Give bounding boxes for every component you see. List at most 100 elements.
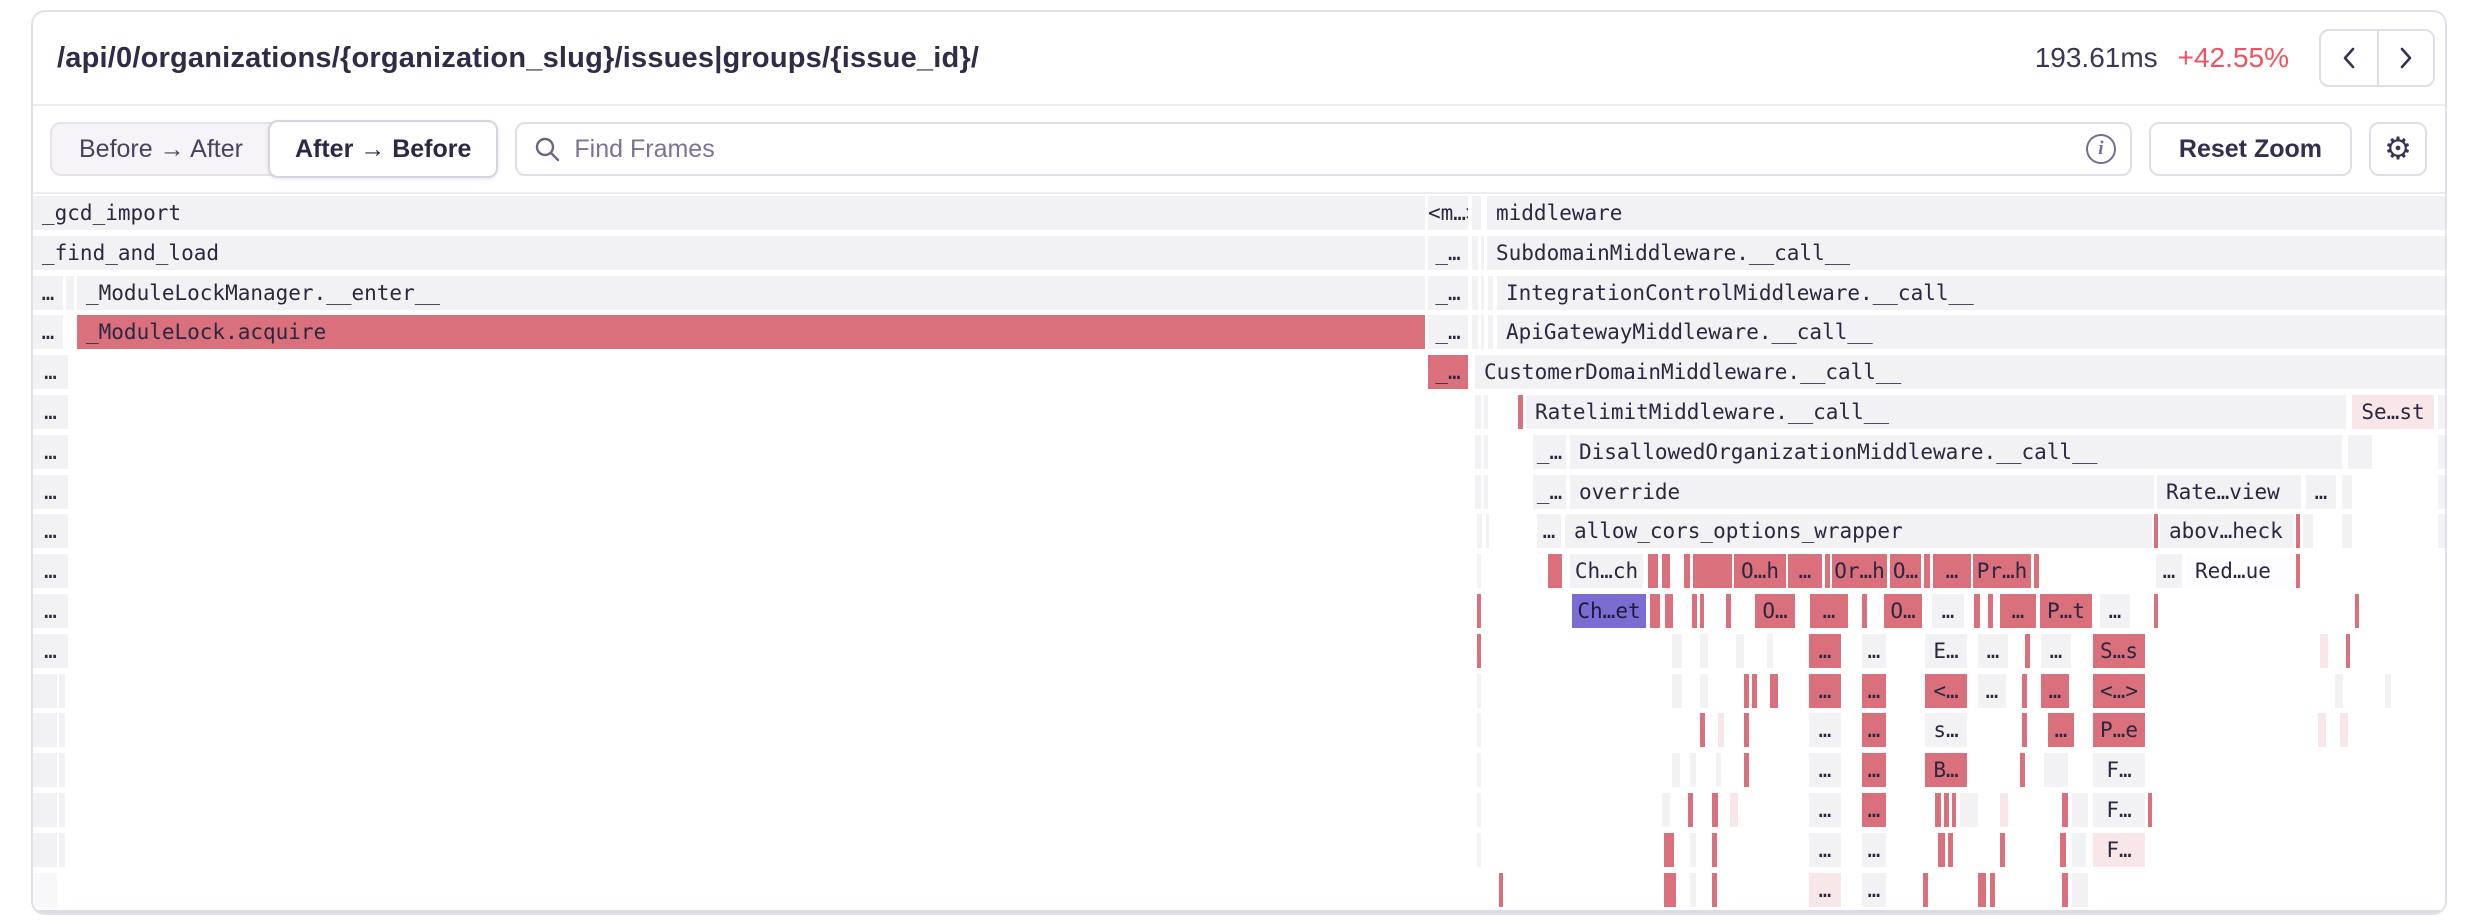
flame-frame[interactable]: … — [1809, 793, 1841, 827]
flame-frame[interactable]: Red…ue — [2186, 554, 2294, 588]
search-input[interactable] — [574, 135, 2073, 164]
flame-frame[interactable]: … — [1862, 873, 1886, 907]
flame-frame[interactable] — [1825, 554, 1830, 588]
flame-frame[interactable] — [1923, 873, 1928, 907]
flame-frame[interactable] — [33, 833, 57, 867]
flame-frame[interactable] — [1952, 793, 1956, 827]
flame-frame[interactable] — [1481, 276, 1484, 310]
flame-frame[interactable] — [1650, 594, 1660, 628]
flame-frame[interactable]: _… — [1428, 236, 1468, 270]
flame-frame[interactable]: IntegrationControlMiddleware.__call__ — [1497, 276, 2445, 310]
flame-frame[interactable]: … — [1810, 594, 1848, 628]
flame-frame[interactable]: … — [1862, 753, 1886, 787]
settings-button[interactable]: ⚙ — [2369, 122, 2427, 176]
flame-frame[interactable] — [2385, 674, 2391, 708]
flame-frame[interactable] — [2438, 435, 2445, 469]
flame-frame[interactable] — [1716, 753, 1721, 787]
flame-frame[interactable]: F… — [2093, 753, 2145, 787]
flame-frame[interactable] — [2022, 674, 2027, 708]
flame-frame[interactable] — [2000, 793, 2008, 827]
flame-frame[interactable]: … — [1809, 634, 1841, 668]
flame-frame[interactable] — [1770, 674, 1778, 708]
flame-frame[interactable] — [2034, 554, 2039, 588]
flame-frame[interactable] — [1484, 435, 1488, 469]
flame-frame[interactable] — [1700, 674, 1708, 708]
flame-frame[interactable]: abov…heck — [2160, 514, 2294, 548]
flame-frame[interactable] — [2438, 475, 2445, 509]
flame-frame[interactable]: _ModuleLock.acquire — [77, 315, 1425, 349]
flame-frame[interactable] — [1477, 713, 1481, 747]
flame-frame[interactable]: _find_and_load — [33, 236, 1425, 270]
flame-frame[interactable] — [1484, 395, 1488, 429]
flame-frame[interactable] — [2154, 514, 2158, 548]
flame-frame[interactable] — [1672, 634, 1682, 668]
flame-frame[interactable]: _gcd_import — [33, 196, 1425, 230]
flame-frame[interactable]: O… — [1884, 594, 1922, 628]
flame-frame[interactable] — [2296, 554, 2300, 588]
flame-frame[interactable] — [2355, 594, 2359, 628]
flame-frame[interactable] — [1744, 713, 1749, 747]
flame-frame[interactable]: RatelimitMiddleware.__call__ — [1526, 395, 2346, 429]
flame-frame[interactable] — [1472, 196, 1481, 230]
flame-frame[interactable] — [1960, 793, 1978, 827]
flame-frame[interactable] — [33, 753, 57, 787]
flame-frame[interactable] — [1662, 554, 1670, 588]
flame-frame[interactable] — [33, 793, 57, 827]
flame-frame[interactable]: _… — [1428, 355, 1468, 389]
flame-frame[interactable] — [2025, 634, 2030, 668]
flame-frame[interactable]: <… — [1925, 674, 1967, 708]
flame-frame[interactable]: … — [33, 435, 68, 469]
flame-frame[interactable] — [1477, 514, 1482, 548]
flame-frame[interactable] — [2346, 634, 2350, 668]
flame-frame[interactable]: Rate…view — [2157, 475, 2301, 509]
flame-frame[interactable]: … — [1862, 793, 1886, 827]
flame-frame[interactable]: … — [33, 554, 68, 588]
toggle-after-before[interactable]: After → Before — [268, 120, 498, 178]
flame-frame[interactable]: P…t — [2040, 594, 2092, 628]
flame-frame[interactable] — [1499, 873, 1503, 907]
flame-frame[interactable] — [2303, 514, 2313, 548]
flame-frame[interactable]: … — [2100, 594, 2130, 628]
flame-frame[interactable] — [59, 713, 65, 747]
flame-frame[interactable] — [2148, 793, 2152, 827]
flame-frame[interactable] — [1477, 833, 1481, 867]
flame-frame[interactable] — [1684, 554, 1690, 588]
flame-frame[interactable]: … — [2048, 713, 2074, 747]
flame-frame[interactable] — [1472, 276, 1478, 310]
flame-frame[interactable]: … — [1809, 753, 1841, 787]
flame-frame[interactable] — [1924, 554, 1930, 588]
flame-frame[interactable]: O…h — [1734, 554, 1786, 588]
flame-frame[interactable]: override — [1570, 475, 2154, 509]
flame-frame[interactable] — [59, 833, 65, 867]
flame-frame[interactable] — [2342, 475, 2352, 509]
flame-frame[interactable]: … — [1809, 833, 1841, 867]
flame-frame[interactable] — [1988, 594, 1993, 628]
flame-frame[interactable] — [1938, 833, 1945, 867]
flame-frame[interactable] — [2348, 435, 2372, 469]
flame-frame[interactable]: s… — [1925, 713, 1967, 747]
flame-frame[interactable]: allow_cors_options_wrapper — [1565, 514, 2152, 548]
flame-frame[interactable] — [1700, 634, 1708, 668]
flame-frame[interactable]: S…s — [2093, 634, 2145, 668]
flame-frame[interactable] — [1990, 873, 1995, 907]
flame-frame[interactable] — [1672, 753, 1680, 787]
flame-frame[interactable]: _… — [1533, 435, 1566, 469]
flame-frame[interactable] — [2438, 514, 2445, 548]
flame-frame[interactable] — [1700, 594, 1704, 628]
flame-frame[interactable]: SubdomainMiddleware.__call__ — [1487, 236, 2445, 270]
flame-frame[interactable] — [1935, 793, 1941, 827]
flame-frame[interactable]: Ch…et — [1572, 594, 1646, 628]
flame-frame[interactable] — [1484, 475, 1488, 509]
info-icon[interactable]: i — [2086, 134, 2116, 164]
find-frames-search[interactable]: i — [515, 122, 2132, 176]
flame-frame[interactable] — [2072, 833, 2086, 867]
flame-frame[interactable] — [2062, 873, 2068, 907]
flame-frame[interactable]: … — [33, 594, 68, 628]
flame-frame[interactable]: … — [1537, 514, 1561, 548]
flame-frame[interactable]: … — [2156, 554, 2182, 588]
flame-frame[interactable]: DisallowedOrganizationMiddleware.__call_… — [1570, 435, 2342, 469]
flame-frame[interactable] — [1518, 395, 1523, 429]
flame-frame[interactable] — [1718, 713, 1724, 747]
flame-frame[interactable] — [1477, 753, 1481, 787]
flame-frame[interactable] — [1744, 674, 1749, 708]
